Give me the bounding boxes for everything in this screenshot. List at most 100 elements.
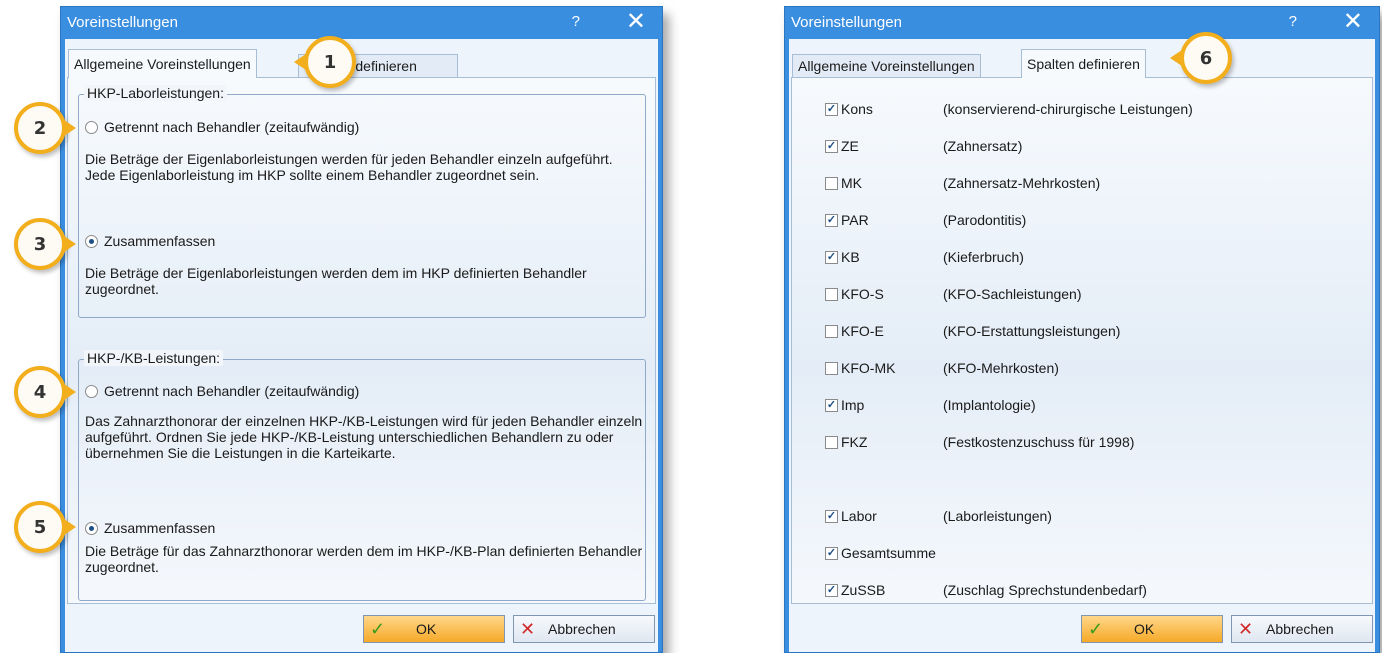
checkbox[interactable]: ✓ <box>825 102 838 116</box>
cross-icon: ✕ <box>1238 618 1254 639</box>
checkbox-row-imp[interactable]: ✓ Imp (Implantologie) <box>825 395 1036 415</box>
checkbox[interactable]: ✓ <box>825 509 838 523</box>
checkbox[interactable]: ✓ <box>825 546 838 560</box>
tab-panel-general: HKP-Laborleistungen: Getrennt nach Behan… <box>67 77 656 604</box>
checkbox-row-fkz[interactable]: FKZ (Festkostenzuschuss für 1998) <box>825 432 1134 452</box>
radio-labor-separate[interactable]: Getrennt nach Behandler (zeitaufwändig) <box>85 119 359 135</box>
close-icon[interactable]: ✕ <box>1343 8 1363 36</box>
tab-strip: Allgemeine Voreinstellungen Spalten defi… <box>789 39 1375 78</box>
radio-label: Getrennt nach Behandler (zeitaufwändig) <box>104 119 360 135</box>
callout-pointer <box>294 54 306 70</box>
cancel-button[interactable]: ✕ Abbrechen <box>513 615 655 643</box>
callout-pointer <box>1170 50 1182 66</box>
callout-pointer <box>64 236 76 252</box>
checkbox-row-kfo-e[interactable]: KFO-E (KFO-Erstattungsleistungen) <box>825 321 1120 341</box>
tab-define-columns[interactable]: Spalten definieren <box>1021 49 1146 78</box>
description-text: Die Beträge der Eigenlaborleistungen wer… <box>85 151 613 183</box>
checkbox-description: (KFO-Sachleistungen) <box>943 286 1082 302</box>
callout-6: 6 <box>1170 32 1232 84</box>
checkbox-row-par[interactable]: ✓ PAR (Parodontitis) <box>825 210 1026 230</box>
ok-button[interactable]: ✓ OK <box>1081 615 1223 643</box>
tab-strip: Allgemeine Voreinstellungen Spalten defi… <box>65 39 658 78</box>
callout-4: 4 <box>14 366 76 418</box>
description-text: Die Beträge für das Zahnarzthonorar werd… <box>85 543 643 575</box>
check-icon: ✓ <box>370 618 386 639</box>
checkbox-description: (Laborleistungen) <box>943 508 1052 524</box>
checkbox-label: KB <box>841 249 860 265</box>
callout-5: 5 <box>14 501 76 553</box>
callout-number: 3 <box>33 233 47 255</box>
checkbox-description: (KFO-Mehrkosten) <box>943 360 1059 376</box>
tab-panel-columns: ✓ Kons (konservierend-chirurgische Leist… <box>791 77 1373 604</box>
radio-label: Zusammenfassen <box>104 520 216 536</box>
dialog-general-settings: Voreinstellungen ? ✕ Allgemeine Voreinst… <box>60 6 663 653</box>
tab-general-settings[interactable]: Allgemeine Voreinstellungen <box>68 49 257 78</box>
checkbox-row-kb[interactable]: ✓ KB (Kieferbruch) <box>825 247 1024 267</box>
checkbox-row-kfo-mk[interactable]: KFO-MK (KFO-Mehrkosten) <box>825 358 1059 378</box>
checkbox-label: Kons <box>841 101 873 117</box>
description-text: Die Beträge der Eigenlaborleistungen wer… <box>85 265 587 297</box>
checkbox-row-mk[interactable]: MK (Zahnersatz-Mehrkosten) <box>825 173 1100 193</box>
checkbox-label: KFO-E <box>841 323 884 339</box>
checkbox-row-gesamtsumme[interactable]: ✓ Gesamtsumme <box>825 543 943 563</box>
help-icon[interactable]: ? <box>572 13 580 30</box>
radio-kb-separate[interactable]: Getrennt nach Behandler (zeitaufwändig) <box>85 383 359 399</box>
checkbox-label: Imp <box>841 397 865 413</box>
radio-kb-combine[interactable]: Zusammenfassen <box>85 520 215 536</box>
checkbox-label: ZuSSB <box>841 582 886 598</box>
checkbox-label: KFO-MK <box>841 360 896 376</box>
radio-labor-combine[interactable]: Zusammenfassen <box>85 233 215 249</box>
callout-3: 3 <box>14 218 76 270</box>
callout-pointer <box>64 519 76 535</box>
callout-number: 5 <box>33 516 47 538</box>
checkbox[interactable] <box>825 287 838 301</box>
checkbox[interactable]: ✓ <box>825 139 838 153</box>
cancel-label: Abbrechen <box>1266 621 1334 637</box>
callout-number: 6 <box>1199 47 1213 69</box>
close-icon[interactable]: ✕ <box>626 8 646 36</box>
checkbox[interactable]: ✓ <box>825 398 838 412</box>
checkbox-label: FKZ <box>841 434 868 450</box>
radio-button[interactable] <box>85 120 98 134</box>
checkbox-row-kfo-s[interactable]: KFO-S (KFO-Sachleistungen) <box>825 284 1082 304</box>
check-icon: ✓ <box>1088 618 1104 639</box>
title-bar: Voreinstellungen ? ✕ <box>785 7 1379 39</box>
checkbox[interactable] <box>825 324 838 338</box>
radio-button-selected[interactable] <box>85 234 98 248</box>
cross-icon: ✕ <box>520 618 536 639</box>
dialog-client: Allgemeine Voreinstellungen Spalten defi… <box>65 39 658 652</box>
group-hkp-labor: HKP-Laborleistungen: Getrennt nach Behan… <box>78 85 646 318</box>
callout-number: 2 <box>33 117 47 139</box>
window-title: Voreinstellungen <box>791 14 902 31</box>
checkbox[interactable]: ✓ <box>825 250 838 264</box>
radio-label: Zusammenfassen <box>104 233 216 249</box>
dialog-client: Allgemeine Voreinstellungen Spalten defi… <box>789 39 1375 652</box>
checkbox[interactable] <box>825 176 838 190</box>
tab-general-settings[interactable]: Allgemeine Voreinstellungen <box>792 54 981 78</box>
checkbox-label: Gesamtsumme <box>841 545 936 561</box>
checkbox[interactable] <box>825 435 838 449</box>
group-hkp-kb: HKP-/KB-Leistungen: Getrennt nach Behand… <box>78 350 646 601</box>
checkbox-description: (Zuschlag Sprechstundenbedarf) <box>943 582 1147 598</box>
help-icon[interactable]: ? <box>1289 13 1297 30</box>
checkbox-label: PAR <box>841 212 869 228</box>
ok-button[interactable]: ✓ OK <box>363 615 505 643</box>
checkbox[interactable]: ✓ <box>825 583 838 597</box>
callout-number: 1 <box>323 51 337 73</box>
callout-2: 2 <box>14 102 76 154</box>
cancel-button[interactable]: ✕ Abbrechen <box>1231 615 1373 643</box>
radio-button[interactable] <box>85 384 98 398</box>
checkbox-row-labor[interactable]: ✓ Labor (Laborleistungen) <box>825 506 1052 526</box>
checkbox-row-ze[interactable]: ✓ ZE (Zahnersatz) <box>825 136 1022 156</box>
title-bar: Voreinstellungen ? ✕ <box>61 7 662 39</box>
checkbox-row-zussb[interactable]: ✓ ZuSSB (Zuschlag Sprechstundenbedarf) <box>825 580 1147 600</box>
checkbox[interactable]: ✓ <box>825 213 838 227</box>
callout-1: 1 <box>294 36 356 88</box>
checkbox-description: (Festkostenzuschuss für 1998) <box>943 434 1135 450</box>
group-legend: HKP-Laborleistungen: <box>84 85 227 101</box>
radio-button-selected[interactable] <box>85 521 98 535</box>
callout-number: 4 <box>33 381 47 403</box>
checkbox[interactable] <box>825 361 838 375</box>
checkbox-row-kons[interactable]: ✓ Kons (konservierend-chirurgische Leist… <box>825 99 1193 119</box>
checkbox-description: (Kieferbruch) <box>943 249 1024 265</box>
